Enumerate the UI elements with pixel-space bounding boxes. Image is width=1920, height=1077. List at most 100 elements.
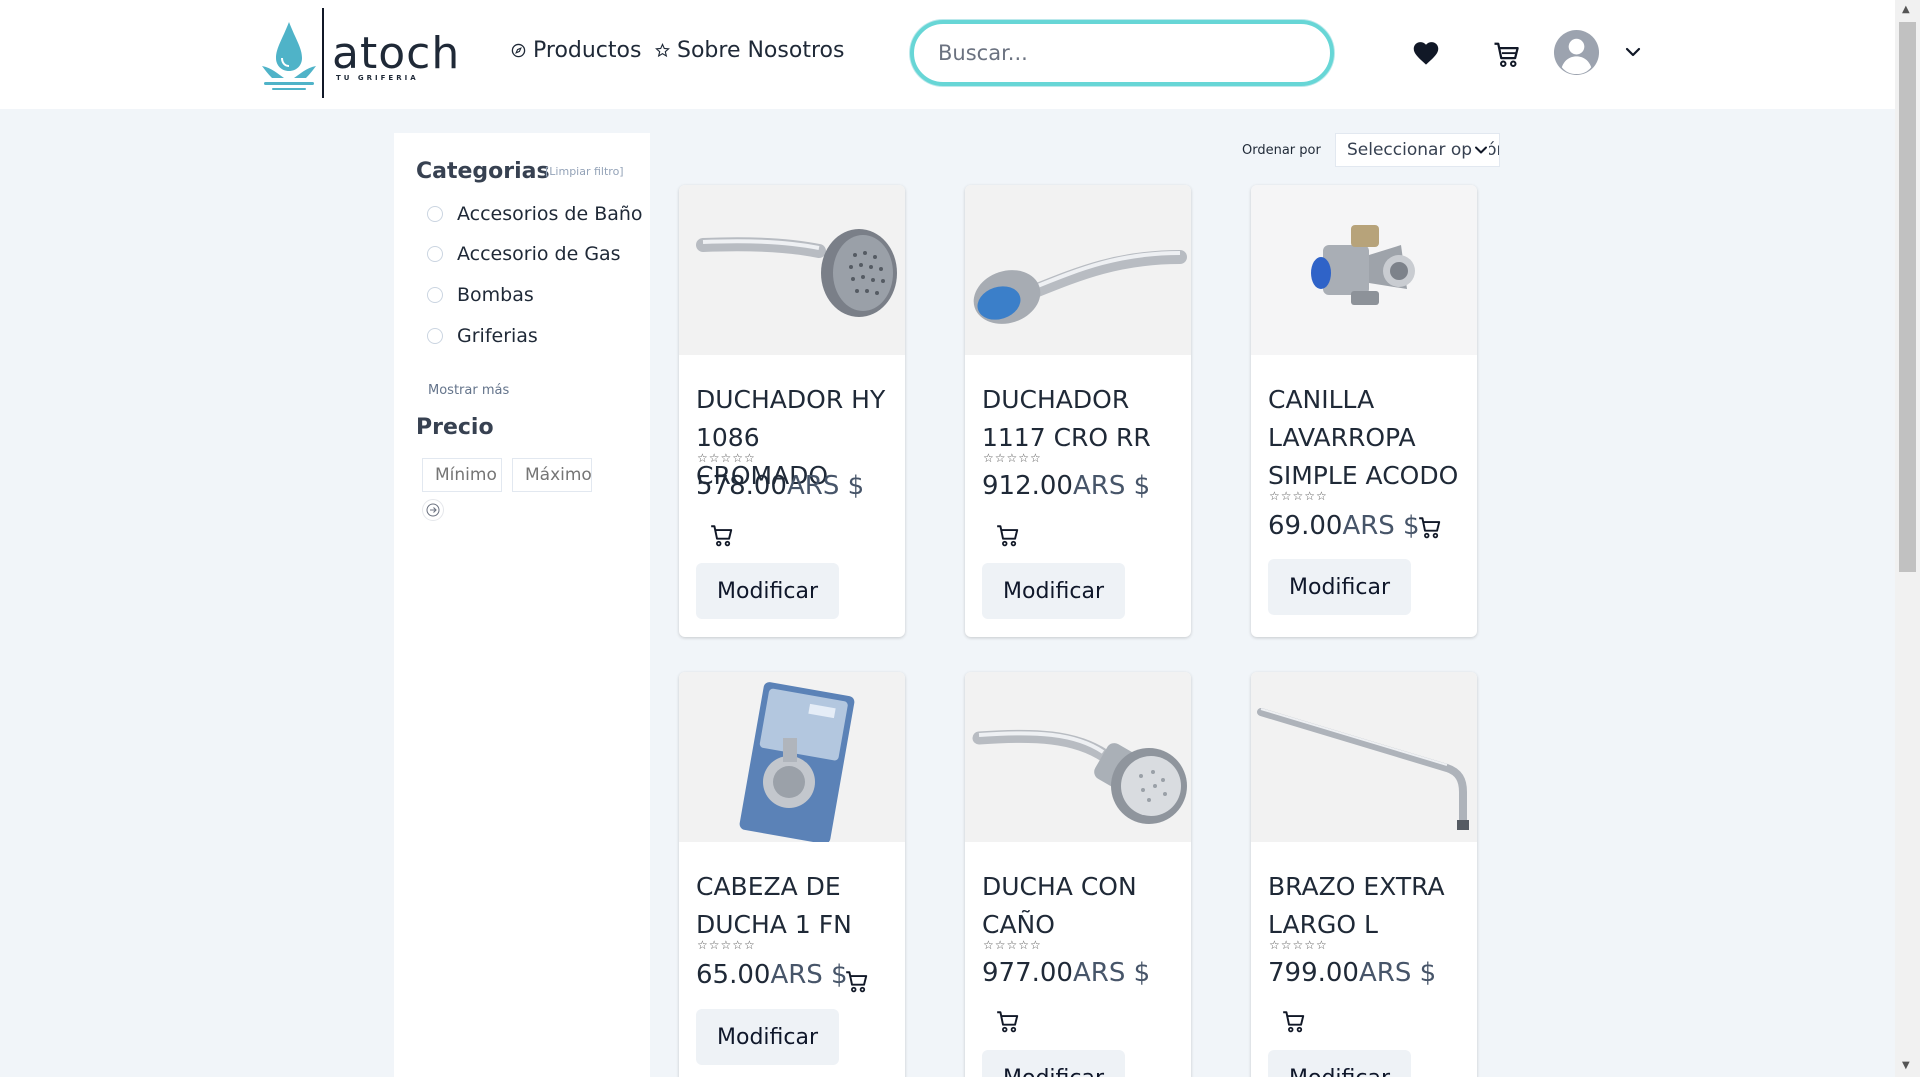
modify-button[interactable]: Modificar	[982, 1050, 1125, 1077]
category-option[interactable]: Bombas	[427, 284, 534, 306]
price-currency: ARS $	[1358, 958, 1437, 988]
product-price: 69.00ARS $	[1268, 511, 1420, 541]
shower-with-arm-image	[965, 672, 1191, 842]
price-heading: Precio	[416, 415, 494, 440]
product-image[interactable]	[965, 185, 1191, 355]
nav-productos-label: Productos	[533, 38, 642, 63]
show-more-link[interactable]: Mostrar más	[428, 383, 509, 398]
faucet-image	[1251, 185, 1477, 355]
product-image[interactable]	[1251, 672, 1477, 842]
scroll-down-icon[interactable]: ▼	[1902, 1060, 1910, 1071]
category-radio[interactable]	[427, 287, 443, 303]
add-to-cart-icon[interactable]	[995, 523, 1021, 549]
avatar-icon[interactable]	[1553, 29, 1600, 76]
product-image[interactable]	[679, 672, 905, 844]
sort-dropdown[interactable]: Seleccionar opción	[1335, 133, 1500, 167]
arrow-right-circle-icon	[426, 503, 440, 517]
product-card[interactable]: DUCHA CON CAÑO ☆☆☆☆☆ 977.00ARS $ Modific…	[965, 672, 1191, 1077]
clear-filter-link[interactable]: [Limpiar filtro]	[545, 165, 624, 178]
product-card[interactable]: CANILLA LAVARROPA SIMPLE ACODO ☆☆☆☆☆ 69.…	[1251, 185, 1477, 637]
rating-stars: ☆☆☆☆☆	[1269, 938, 1328, 952]
water-drop-logo-icon	[262, 22, 316, 90]
product-image[interactable]	[679, 185, 905, 355]
shower-arm-image	[1251, 672, 1477, 842]
product-title[interactable]: BRAZO EXTRA LARGO L	[1268, 868, 1468, 944]
logo-wordmark: atoch	[332, 28, 461, 79]
price-value: 578.00	[696, 471, 787, 501]
rating-stars: ☆☆☆☆☆	[1269, 489, 1328, 503]
price-currency: ARS $	[786, 471, 865, 501]
page-scrollbar[interactable]: ▲ ▼	[1895, 0, 1920, 1077]
logo-divider	[322, 8, 324, 98]
product-price: 799.00ARS $	[1268, 958, 1436, 988]
price-currency: ARS $	[1072, 958, 1151, 988]
filter-sidebar: Categorias [Limpiar filtro] Accesorios d…	[394, 133, 650, 1077]
categories-heading: Categorias	[416, 159, 550, 184]
add-to-cart-icon[interactable]	[995, 1009, 1021, 1035]
nav-productos[interactable]: Productos	[511, 38, 641, 63]
price-value: 69.00	[1268, 511, 1343, 541]
price-currency: ARS $	[1342, 511, 1420, 541]
product-card[interactable]: CABEZA DE DUCHA 1 FN ☆☆☆☆☆ 65.00ARS $ Mo…	[679, 672, 905, 1077]
product-price: 578.00ARS $	[696, 471, 864, 501]
modify-button[interactable]: Modificar	[696, 1009, 839, 1065]
modify-button[interactable]: Modificar	[982, 563, 1125, 619]
product-title[interactable]: DUCHA CON CAÑO	[982, 868, 1182, 944]
price-value: 799.00	[1268, 958, 1359, 988]
product-title[interactable]: DUCHADOR 1117 CRO RR	[982, 381, 1182, 457]
top-navbar: atoch TU GRIFERIA Productos Sobre Nosotr…	[0, 0, 1895, 109]
product-title[interactable]: CABEZA DE DUCHA 1 FN	[696, 868, 896, 944]
price-value: 977.00	[982, 958, 1073, 988]
add-to-cart-icon[interactable]	[709, 523, 735, 549]
add-to-cart-icon[interactable]	[1281, 1009, 1307, 1035]
rating-stars: ☆☆☆☆☆	[983, 451, 1042, 465]
category-label: Griferias	[457, 325, 538, 347]
product-card[interactable]: DUCHADOR HY 1086 CROMADO ☆☆☆☆☆ 578.00ARS…	[679, 185, 905, 637]
add-to-cart-icon[interactable]	[844, 969, 870, 995]
product-image[interactable]	[965, 672, 1191, 842]
product-card[interactable]: BRAZO EXTRA LARGO L ☆☆☆☆☆ 799.00ARS $ Mo…	[1251, 672, 1477, 1077]
heart-icon[interactable]	[1412, 40, 1440, 66]
category-label: Bombas	[457, 284, 534, 306]
min-price-input[interactable]	[422, 458, 502, 492]
compass-icon	[511, 43, 526, 58]
search-box[interactable]	[910, 20, 1334, 86]
rating-stars: ☆☆☆☆☆	[983, 938, 1042, 952]
shower-head-image	[679, 185, 905, 355]
shower-head-package-image	[679, 672, 905, 844]
scroll-thumb[interactable]	[1899, 22, 1916, 572]
search-input[interactable]	[914, 24, 1330, 82]
chevron-down-icon[interactable]	[1624, 45, 1642, 59]
category-option[interactable]: Accesorio de Gas	[427, 243, 621, 265]
price-value: 912.00	[982, 471, 1073, 501]
category-radio[interactable]	[427, 206, 443, 222]
product-card[interactable]: DUCHADOR 1117 CRO RR ☆☆☆☆☆ 912.00ARS $ M…	[965, 185, 1191, 637]
product-image[interactable]	[1251, 185, 1477, 355]
scroll-up-icon[interactable]: ▲	[1902, 4, 1910, 15]
product-price: 977.00ARS $	[982, 958, 1150, 988]
price-currency: ARS $	[1072, 471, 1151, 501]
product-price: 912.00ARS $	[982, 471, 1150, 501]
category-radio[interactable]	[427, 328, 443, 344]
category-option[interactable]: Accesorios de Baño	[427, 203, 643, 225]
chevron-down-icon	[1473, 142, 1489, 158]
nav-sobre-nosotros[interactable]: Sobre Nosotros	[655, 38, 844, 63]
logo-tagline: TU GRIFERIA	[336, 74, 419, 82]
category-label: Accesorio de Gas	[457, 243, 621, 265]
cart-icon[interactable]	[1492, 40, 1522, 70]
modify-button[interactable]: Modificar	[696, 563, 839, 619]
price-value: 65.00	[696, 960, 771, 990]
apply-price-button[interactable]	[422, 499, 444, 521]
category-option[interactable]: Griferias	[427, 325, 538, 347]
max-price-input[interactable]	[512, 458, 592, 492]
brand-logo[interactable]: atoch TU GRIFERIA	[258, 8, 459, 98]
modify-button[interactable]: Modificar	[1268, 559, 1411, 615]
add-to-cart-icon[interactable]	[1417, 515, 1443, 541]
sort-label: Ordenar por	[1242, 143, 1321, 158]
category-radio[interactable]	[427, 246, 443, 262]
product-price: 65.00ARS $	[696, 960, 848, 990]
modify-button[interactable]: Modificar	[1268, 1050, 1411, 1077]
price-currency: ARS $	[770, 960, 848, 990]
product-title[interactable]: CANILLA LAVARROPA SIMPLE ACODO	[1268, 381, 1468, 495]
rating-stars: ☆☆☆☆☆	[697, 451, 756, 465]
